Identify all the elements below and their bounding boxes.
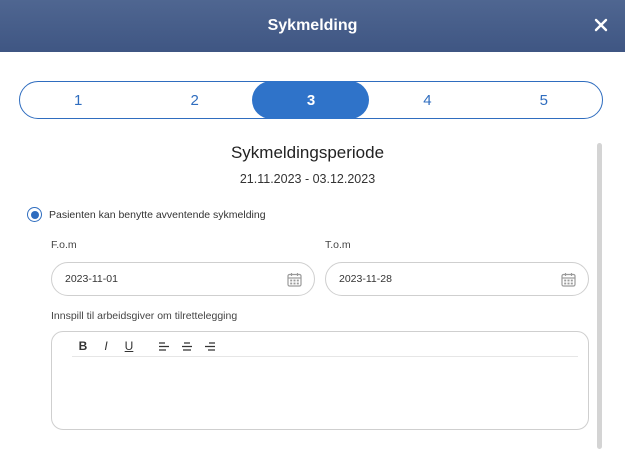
radio-label: Pasienten kan benytte avventende sykmeld… <box>49 208 266 221</box>
period-range: 21.11.2023 - 03.12.2023 <box>239 172 376 186</box>
bold-button[interactable]: B <box>72 338 94 354</box>
dialog-title: Sykmelding <box>267 17 358 34</box>
period-title: Sykmeldingsperiode <box>230 143 385 162</box>
to-date-input[interactable]: 2023-11-28 <box>325 262 589 296</box>
dialog-header: Sykmelding <box>0 0 625 52</box>
rich-text-editor[interactable]: B I U <box>51 331 589 430</box>
editor-toolbar: B I U <box>72 338 222 354</box>
align-right-icon[interactable] <box>199 338 221 354</box>
to-date-value: 2023-11-28 <box>339 273 392 285</box>
from-date-label: F.o.m <box>51 239 77 251</box>
step-3[interactable]: 3 <box>253 82 369 118</box>
from-date-value: 2023-11-01 <box>65 273 118 285</box>
step-5[interactable]: 5 <box>486 82 602 118</box>
scrollbar[interactable] <box>597 143 602 449</box>
radio-selected-dot <box>30 210 39 219</box>
calendar-icon[interactable] <box>561 272 576 290</box>
toolbar-divider <box>72 356 578 357</box>
employer-input-label: Innspill til arbeidsgiver om tilretteleg… <box>51 310 238 322</box>
step-2[interactable]: 2 <box>136 82 252 118</box>
step-4[interactable]: 4 <box>369 82 485 118</box>
to-date-label: T.o.m <box>325 239 351 251</box>
underline-button[interactable]: U <box>118 338 140 354</box>
step-navigator: 1 2 3 4 5 <box>19 81 603 119</box>
italic-button[interactable]: I <box>95 338 117 354</box>
align-left-icon[interactable] <box>153 338 175 354</box>
from-date-input[interactable]: 2023-11-01 <box>51 262 315 296</box>
waiting-sick-leave-option[interactable]: Pasienten kan benytte avventende sykmeld… <box>27 207 266 222</box>
close-icon[interactable] <box>590 14 612 36</box>
align-center-icon[interactable] <box>176 338 198 354</box>
calendar-icon[interactable] <box>287 272 302 290</box>
radio-button[interactable] <box>27 207 42 222</box>
step-1[interactable]: 1 <box>20 82 136 118</box>
